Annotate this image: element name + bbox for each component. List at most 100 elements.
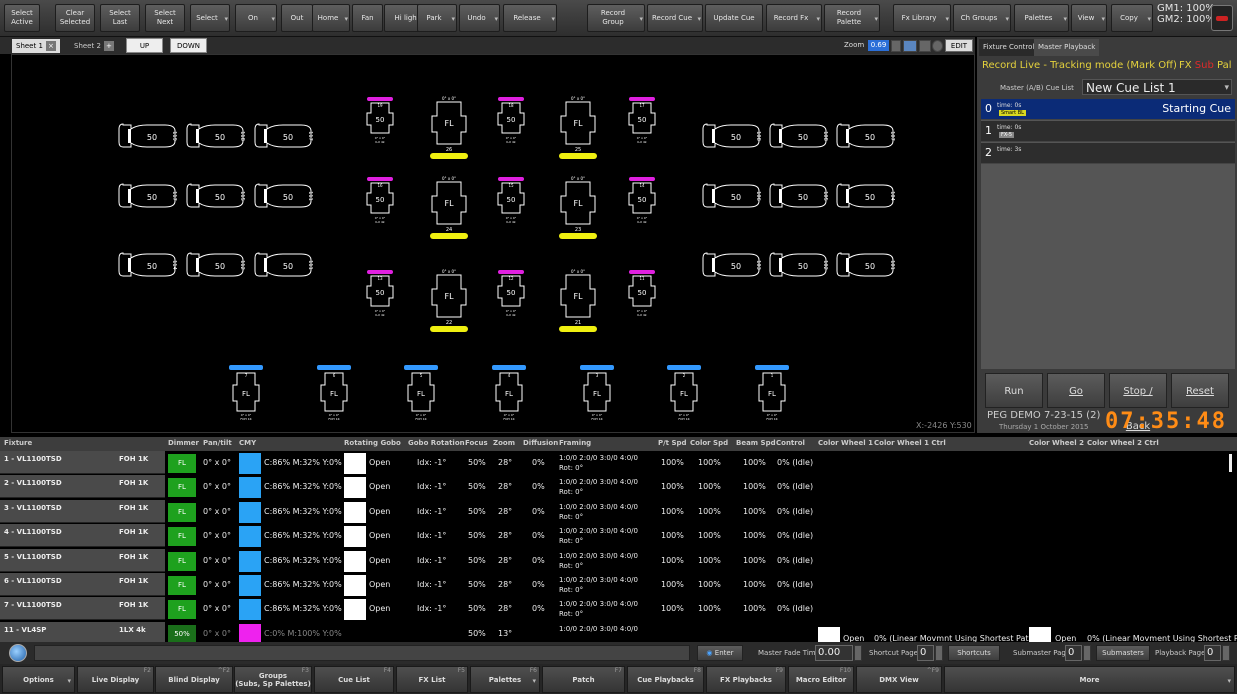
palettes-button[interactable]: Palettes	[1014, 4, 1069, 32]
cue-row[interactable]: 0 time: 0s Smart BL Starting Cue	[981, 99, 1235, 120]
bottom-tab-live-display[interactable]: Live Display F2	[77, 666, 154, 693]
dimmer-cell[interactable]: FL	[168, 502, 196, 522]
home-button[interactable]: Home	[312, 4, 350, 32]
select-last-button[interactable]: Select Last	[100, 4, 140, 32]
bottom-tab-palettes[interactable]: Palettes F6	[470, 666, 540, 693]
fixture-number: 101	[889, 260, 895, 270]
edit-button[interactable]: EDIT	[945, 39, 973, 52]
dimmer-cell[interactable]: FL	[168, 551, 196, 571]
submasters-button[interactable]: Submasters	[1096, 645, 1150, 661]
fixture-value: 50	[865, 193, 875, 202]
table-row[interactable]: 6 - VL1100TSD FOH 1K FL 0° x 0° C:86% M:32% …	[0, 573, 1237, 597]
pan-icon[interactable]	[919, 40, 931, 52]
bottom-tab-macro-editor[interactable]: Macro Editor F10	[788, 666, 854, 693]
bottom-tab-blind-display[interactable]: Blind Display ^F2	[155, 666, 233, 693]
undo-button[interactable]: Undo	[459, 4, 500, 32]
fade-time-input[interactable]: 0.00	[815, 645, 853, 661]
tab-fixture-control[interactable]: Fixture Control	[979, 39, 1039, 56]
zoom-spin-icon[interactable]	[891, 40, 901, 52]
run-button[interactable]: Run	[985, 373, 1043, 408]
shortcuts-button[interactable]: Shortcuts	[948, 645, 1000, 661]
submaster-page-spin-icon[interactable]	[1083, 645, 1091, 661]
table-row[interactable]: 4 - VL1100TSD FOH 1K FL 0° x 0° C:86% M:32% …	[0, 524, 1237, 548]
cue-row[interactable]: 2 time: 3s	[981, 143, 1235, 164]
copy-button[interactable]: Copy	[1111, 4, 1153, 32]
out-button[interactable]: Out	[281, 4, 313, 32]
bottom-tab-fx-playbacks[interactable]: FX Playbacks F9	[706, 666, 786, 693]
select-button[interactable]: Select	[190, 4, 230, 32]
reset-button[interactable]: Reset	[1171, 373, 1229, 408]
dimmer-cell[interactable]: FL	[168, 454, 196, 473]
dimmer-cell[interactable]: FL	[168, 576, 196, 595]
beam-speed-cell: 100%	[743, 555, 766, 565]
shortcut-page-input[interactable]: 0	[917, 645, 934, 661]
ch-groups-button[interactable]: Ch Groups	[953, 4, 1011, 32]
table-row[interactable]: 7 - VL1100TSD FOH 1K FL 0° x 0° C:86% M:32% …	[0, 597, 1237, 621]
bottom-tab-options[interactable]: Options	[2, 666, 75, 693]
bottom-tab-more[interactable]: More	[944, 666, 1235, 693]
gobo-cell: Open	[369, 482, 391, 492]
table-row[interactable]: 5 - VL1100TSD FOH 1K FL 0° x 0° C:86% M:32% …	[0, 548, 1237, 573]
dimmer-cell[interactable]: 50%	[168, 624, 196, 642]
cue-list-select[interactable]: New Cue List 1	[1082, 79, 1232, 96]
fan-button[interactable]: Fan	[352, 4, 383, 32]
globe-icon[interactable]	[9, 644, 27, 662]
fit-icon[interactable]	[903, 40, 917, 52]
go-button[interactable]: Go	[1047, 373, 1105, 408]
enter-button[interactable]: ◉ Enter	[697, 645, 743, 661]
dimmer-cell[interactable]: FL	[168, 527, 196, 547]
down-button[interactable]: DOWN	[170, 38, 207, 53]
focus-cell: 50%	[468, 458, 486, 467]
stage-view[interactable]: 50 119 50 118 50 117 50 108 50 108 50 107 50 117 50 115…	[11, 54, 975, 433]
playback-page-spin-icon[interactable]	[1222, 645, 1230, 661]
shortcut-page-spin-icon[interactable]	[935, 645, 943, 661]
record-group-button[interactable]: Record Group	[587, 4, 645, 32]
zoom-input[interactable]: 0.69	[868, 40, 889, 51]
bottom-tab-dmx-view[interactable]: DMX View ^F9	[856, 666, 942, 693]
fade-time-spin-icon[interactable]	[854, 645, 862, 661]
color-speed-cell: 100%	[698, 604, 721, 614]
park-button[interactable]: Park	[417, 4, 457, 32]
fixture-value: FL	[505, 390, 513, 398]
update-cue-button[interactable]: Update Cue	[705, 4, 763, 32]
record-fx-button[interactable]: Record Fx	[766, 4, 822, 32]
up-button[interactable]: UP	[126, 38, 163, 53]
command-line-input[interactable]	[34, 645, 690, 661]
fixture-number: 111	[307, 260, 313, 270]
rotate-icon[interactable]	[932, 40, 943, 52]
tab-sheet-1[interactable]: Sheet 1 ×	[12, 39, 60, 53]
dimmer-cell[interactable]: FL	[168, 478, 196, 498]
select-next-button[interactable]: Select Next	[145, 4, 185, 32]
bottom-tab-cue-playbacks[interactable]: Cue Playbacks F8	[627, 666, 704, 693]
select-active-button[interactable]: Select Active	[4, 4, 40, 32]
gobo-cell: Open	[369, 604, 391, 614]
bottom-tab-cue-list[interactable]: Cue List F4	[314, 666, 394, 693]
tab-sheet-2[interactable]: Sheet 2 +	[70, 39, 118, 53]
table-row[interactable]: 2 - VL1100TSD FOH 1K FL 0° x 0° C:86% M:32% …	[0, 475, 1237, 499]
cue-row[interactable]: 1 time: 0s FX-5	[981, 121, 1235, 142]
table-row[interactable]: 3 - VL1100TSD FOH 1K FL 0° x 0° C:86% M:32% …	[0, 499, 1237, 524]
bottom-tab-fx-list[interactable]: FX List F5	[396, 666, 468, 693]
dimmer-cell[interactable]: FL	[168, 600, 196, 620]
table-row[interactable]: 11 - VL4SP 1LX 4k 50% 0° x 0° C:0% M:100% Y:…	[0, 621, 1237, 642]
table-row[interactable]: 1 - VL1100TSD FOH 1K FL 0° x 0° C:86% M:32% …	[0, 451, 1237, 475]
tab-master-playback[interactable]: Master Playback	[1034, 39, 1100, 56]
release-button[interactable]: Release	[503, 4, 557, 32]
blackout-icon[interactable]	[1211, 5, 1233, 31]
record-palette-button[interactable]: Record Palette	[824, 4, 880, 32]
function-key-hint: F4	[383, 667, 391, 674]
fixture-handle	[128, 258, 131, 272]
playback-page-input[interactable]: 0	[1204, 645, 1221, 661]
fixture-label: FOH 1K	[766, 417, 778, 421]
stop-back-button[interactable]: Stop / Back	[1109, 373, 1167, 432]
bottom-tab-patch[interactable]: Patch F7	[542, 666, 625, 693]
on-button[interactable]: On	[235, 4, 277, 32]
fx-library-button[interactable]: Fx Library	[893, 4, 951, 32]
record-cue-button[interactable]: Record Cue	[647, 4, 703, 32]
close-icon[interactable]: ×	[45, 41, 56, 51]
submaster-page-input[interactable]: 0	[1065, 645, 1082, 661]
bottom-tab-groups-subs-sp-palettes[interactable]: Groups (Subs, Sp Palettes) F3	[234, 666, 312, 693]
clear-selected-button[interactable]: Clear Selected	[55, 4, 95, 32]
add-icon[interactable]: +	[103, 41, 114, 51]
view-button[interactable]: View	[1071, 4, 1107, 32]
